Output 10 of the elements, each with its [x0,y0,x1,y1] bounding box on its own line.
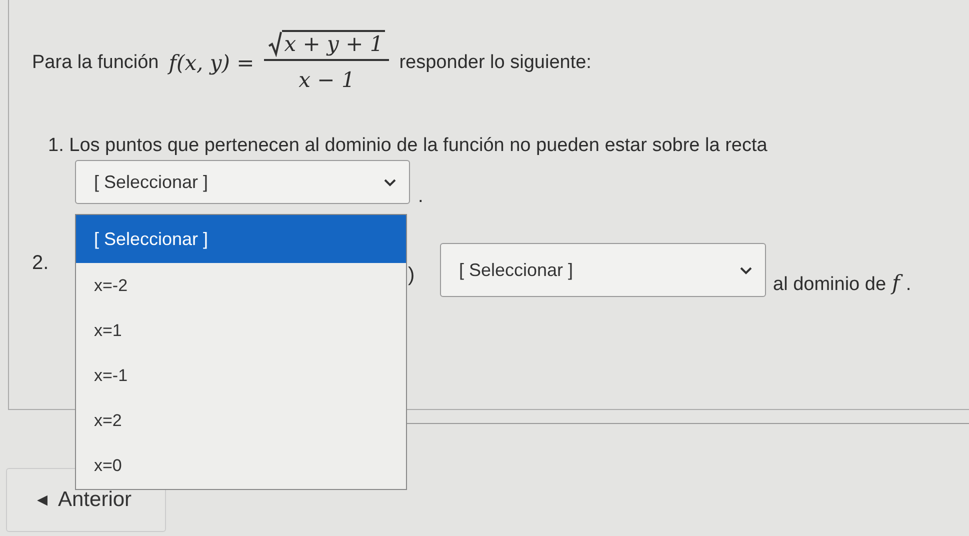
question-text: al dominio de [773,273,886,297]
period-text: . [906,273,912,297]
question-number: 2. [32,251,49,276]
function-label: f(x, y) = [168,50,254,77]
period-text: . [418,185,424,209]
question-text: ) [408,263,415,288]
question-text: 1. Los puntos que pertenecen al dominio de la función no pueden estar sobre la recta [48,134,768,158]
intro-text: responder lo siguiente: [399,51,592,76]
intro-text: Para la función [32,51,159,76]
fraction-formula: x + y + 1 x − 1 [264,30,390,97]
